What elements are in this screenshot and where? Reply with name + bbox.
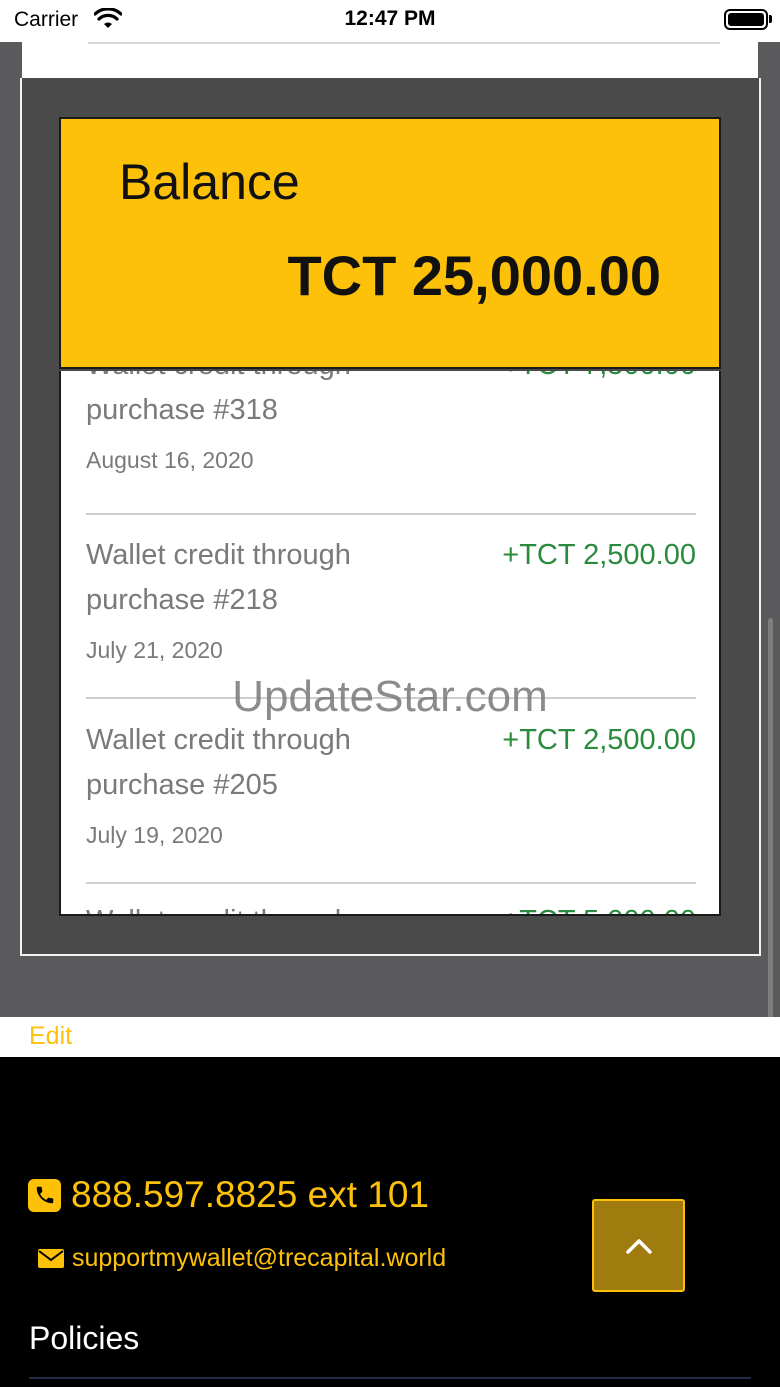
header-divider [88,42,720,44]
transaction-amount: +TCT 2,500.00 [502,539,696,571]
email-address: supportmywallet@trecapital.world [72,1244,447,1272]
transaction-item: Wallet credit through +TCT 5,000.00 [86,899,696,914]
phone-number: 888.597.8825 ext 101 [71,1174,429,1215]
battery-tip [769,15,772,23]
footer-divider [29,1377,751,1379]
phone-icon [28,1178,61,1212]
transaction-description: Wallet credit through purchase #318 [86,371,351,426]
transaction-date: July 19, 2020 [86,822,223,848]
edit-link[interactable]: Edit [29,1022,72,1051]
transaction-description: Wallet credit through purchase #218 [86,539,351,616]
edit-strip: Edit [0,1017,780,1057]
back-to-top-button[interactable] [592,1199,685,1292]
page-scrollbar[interactable] [768,618,773,1048]
page-header-strip [22,42,758,78]
balance-amount: TCT 25,000.00 [287,244,661,307]
transaction-divider [86,882,696,884]
mail-icon [38,1249,64,1268]
transaction-list[interactable]: Wallet credit through purchase #318 +TCT… [59,371,721,916]
status-bar: Carrier 12:47 PM [0,0,780,42]
transaction-amount: +TCT 7,500.00 [502,371,696,388]
transaction-amount: +TCT 2,500.00 [502,724,696,756]
battery-icon [724,9,768,30]
transaction-date: August 16, 2020 [86,447,254,473]
transaction-description: Wallet credit through [86,899,406,914]
watermark: UpdateStar.com [232,672,548,721]
chevron-up-icon [625,1238,652,1254]
policies-heading: Policies [29,1320,140,1356]
transaction-item: Wallet credit through purchase #318 +TCT… [86,371,696,474]
transaction-item: Wallet credit through purchase #218 +TCT… [86,533,696,664]
balance-title: Balance [119,154,300,210]
transaction-description: Wallet credit through purchase #205 [86,724,351,801]
transaction-item: Wallet credit through purchase #205 +TCT… [86,718,696,849]
transaction-amount: +TCT 5,000.00 [502,899,696,914]
email-contact[interactable]: supportmywallet@trecapital.world [38,1244,446,1273]
transaction-divider [86,513,696,515]
transaction-date: July 21, 2020 [86,637,223,663]
balance-card: Balance TCT 25,000.00 [59,117,721,369]
phone-contact[interactable]: 888.597.8825 ext 101 [28,1174,429,1216]
status-time: 12:47 PM [344,7,436,30]
